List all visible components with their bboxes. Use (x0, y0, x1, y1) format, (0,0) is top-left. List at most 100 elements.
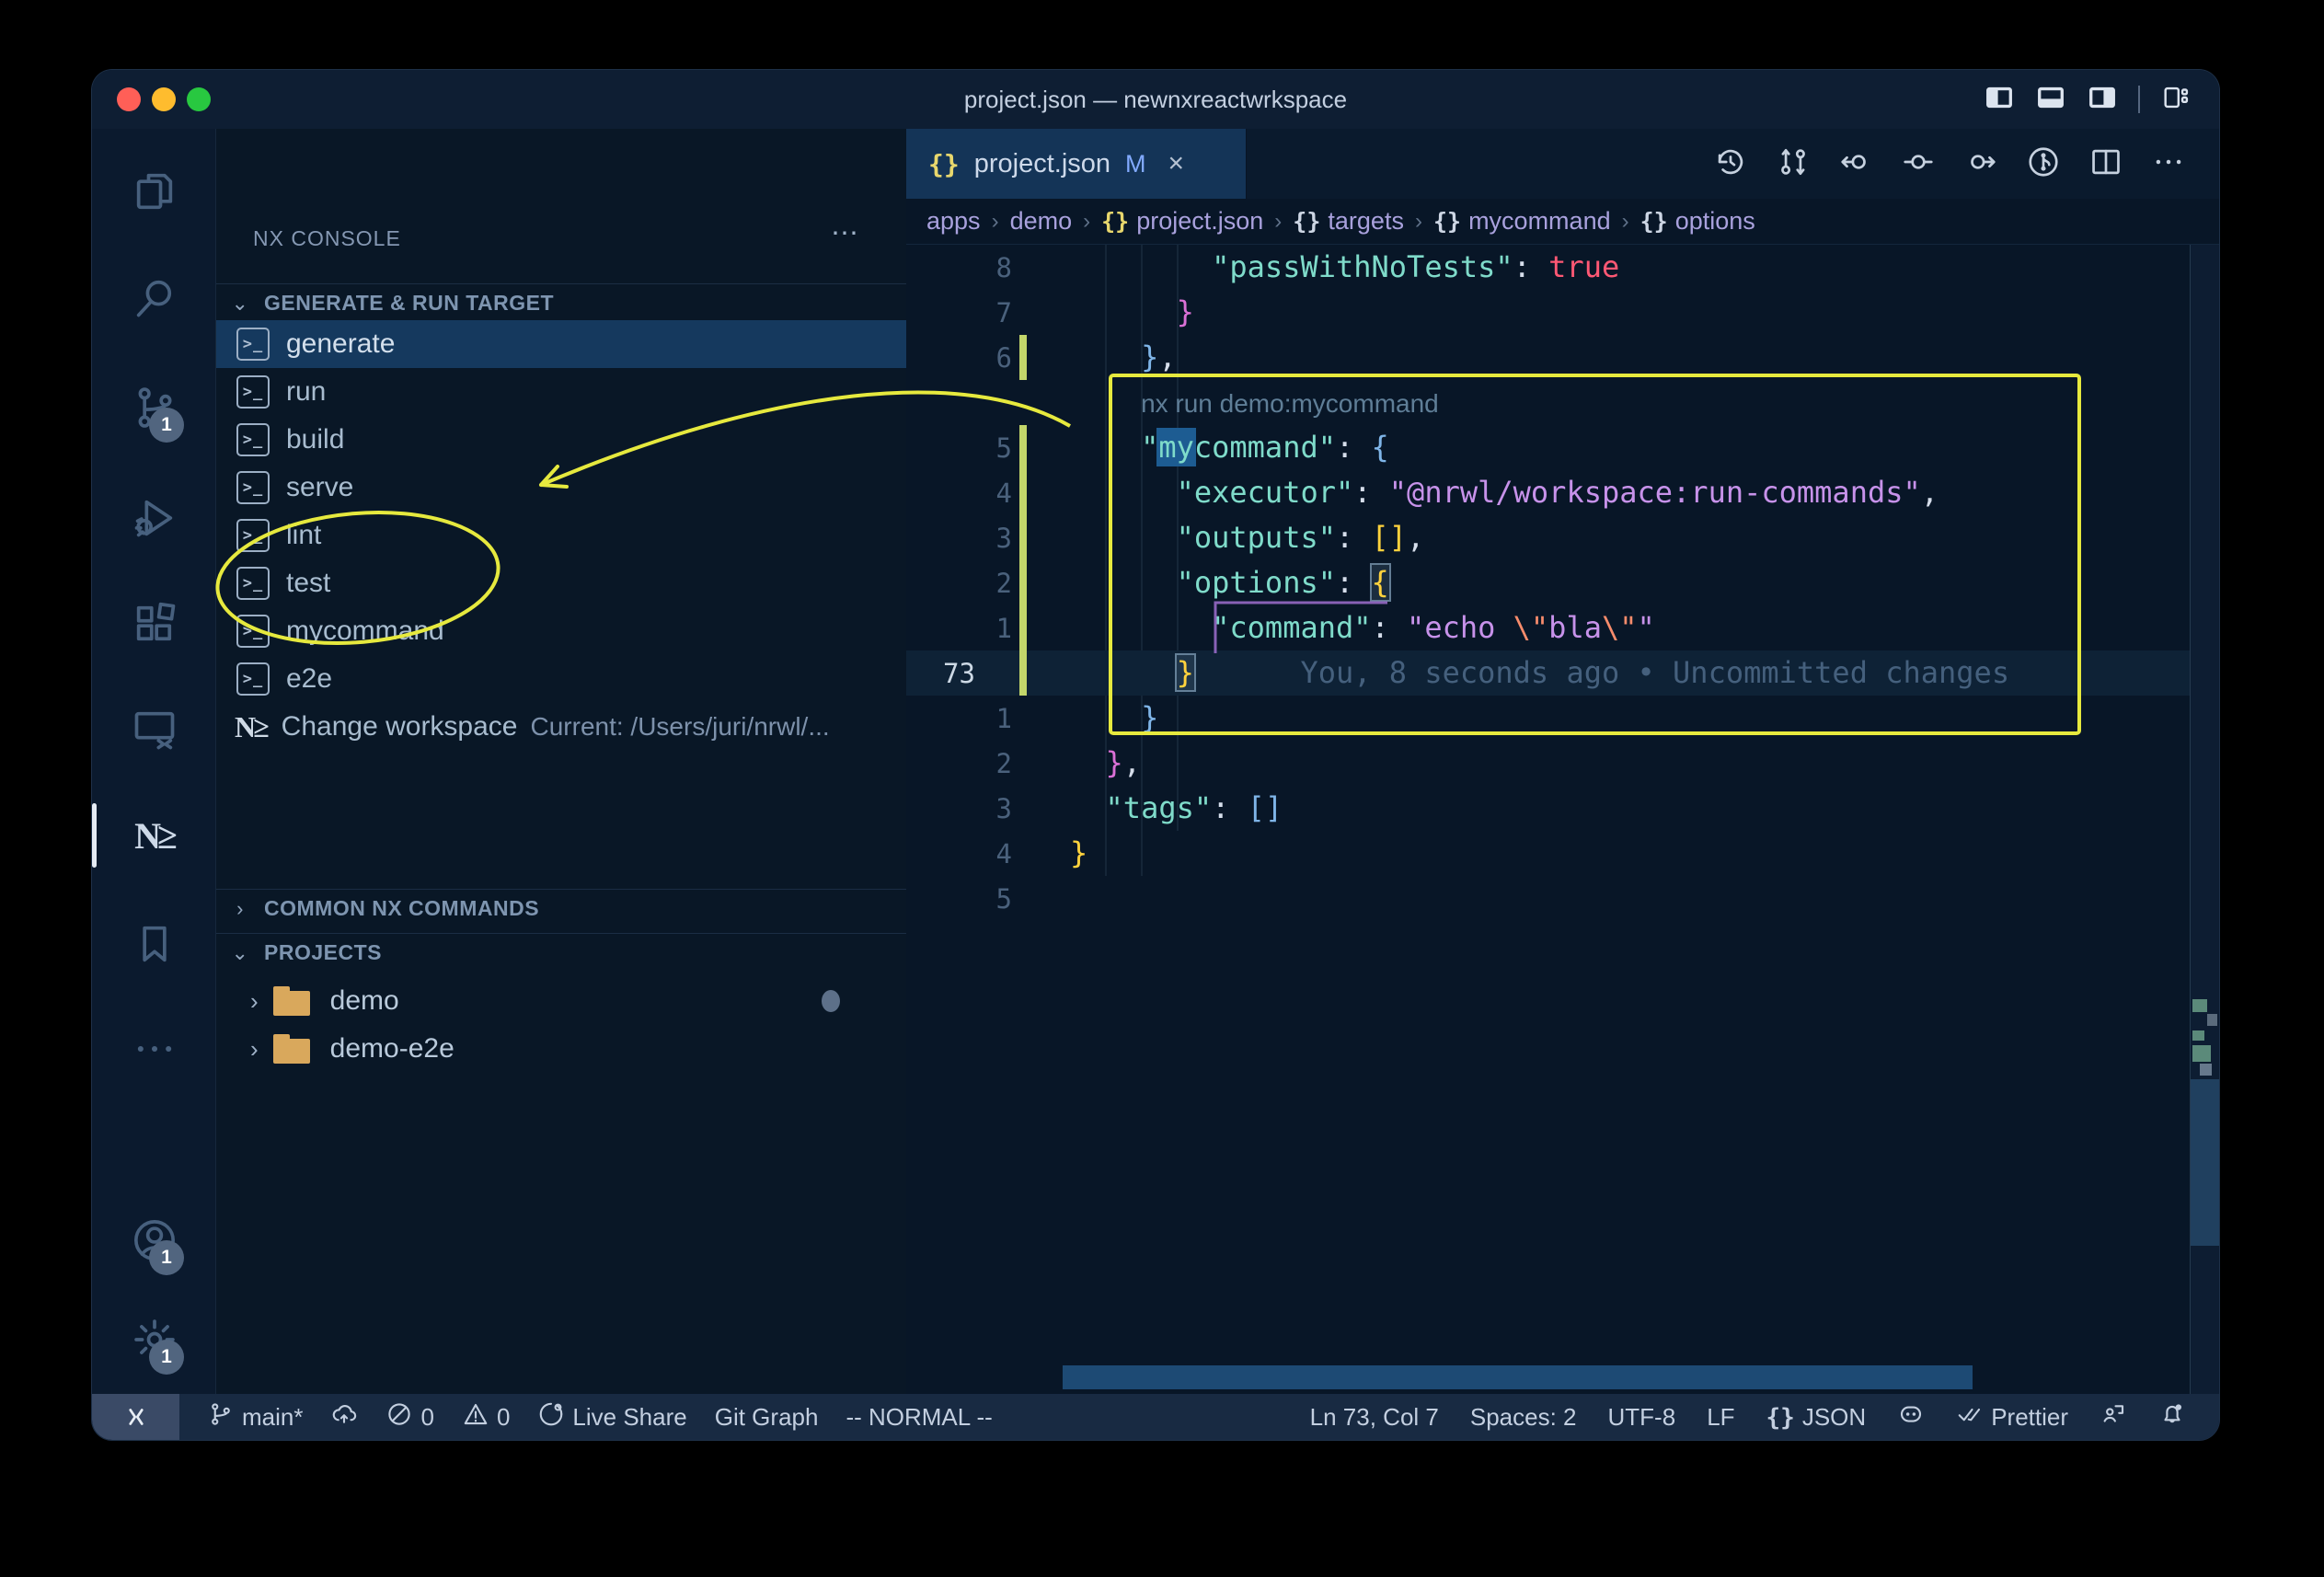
layout-sidebar-left-icon[interactable] (1984, 82, 2015, 118)
sidebar-more-actions[interactable]: ⋯ (831, 217, 860, 249)
activity-source-control-source-control-icon[interactable]: 1 (92, 362, 216, 454)
copilot-icon (1897, 1400, 1925, 1434)
breadcrumb-options[interactable]: {}options (1640, 207, 1755, 236)
activity-bookmarks-bookmark-icon[interactable] (92, 898, 216, 990)
status-publish[interactable] (330, 1400, 358, 1434)
activity-settings-gear-icon[interactable]: 1 (92, 1294, 216, 1386)
status-eol[interactable]: LF (1707, 1403, 1734, 1432)
activity-accounts-account-icon[interactable]: 1 (92, 1194, 216, 1286)
code-line-3[interactable]: 3 "tags": [] (906, 786, 2219, 831)
target-item-generate[interactable]: >_generate (216, 320, 906, 368)
split-editor-icon[interactable] (2088, 144, 2123, 184)
git-compare-icon[interactable] (1776, 144, 1811, 184)
project-item-demo[interactable]: ›demo (216, 977, 906, 1025)
line-number: 1 (996, 703, 1012, 734)
next-change-icon[interactable] (1963, 144, 1998, 184)
close-tab-icon[interactable]: × (1168, 148, 1185, 179)
section-common-nx-commands[interactable]: › COMMON NX COMMANDS (216, 889, 906, 927)
status-vim-mode[interactable]: -- NORMAL -- (846, 1403, 992, 1432)
line-number: 7 (996, 297, 1012, 328)
code-line-6[interactable]: 6 }, (906, 335, 2219, 380)
activity-extensions-extensions-icon[interactable] (92, 578, 216, 670)
scrollbar-vertical[interactable] (2191, 1079, 2219, 1246)
status-live-share[interactable]: Live Share (537, 1400, 686, 1434)
terminal-icon: >_ (236, 662, 270, 696)
target-item-e2e[interactable]: >_e2e (216, 655, 906, 703)
activity-search-search-icon[interactable] (92, 251, 216, 343)
tab-bar: {} project.json M × (906, 129, 2219, 199)
section-generate-run-target[interactable]: ⌄ GENERATE & RUN TARGET (216, 283, 906, 322)
code-line-3[interactable]: 3 "outputs": [], (906, 515, 2219, 560)
double-check-icon (1956, 1400, 1984, 1434)
status-indentation[interactable]: Spaces: 2 (1470, 1403, 1577, 1432)
status-notifications[interactable] (2158, 1400, 2186, 1434)
code-line-1[interactable]: 1 "command": "echo \"bla\"" (906, 605, 2219, 650)
status-git-graph[interactable]: Git Graph (715, 1403, 819, 1432)
code-line-2[interactable]: 2 }, (906, 741, 2219, 786)
target-item-test[interactable]: >_test (216, 559, 906, 607)
project-item-demo-e2e[interactable]: ›demo-e2e (216, 1025, 906, 1073)
activity-additional-views-more-icon[interactable] (92, 1003, 216, 1095)
line-number: 4 (996, 478, 1012, 509)
git-graph-icon[interactable] (2026, 144, 2061, 184)
modified-line-marker (1019, 470, 1027, 515)
breadcrumb-apps[interactable]: apps (926, 207, 981, 236)
tab-project-json[interactable]: {} project.json M × (906, 129, 1247, 199)
status-warnings[interactable]: 0 (462, 1400, 510, 1434)
status-language-mode[interactable]: {}JSON (1766, 1403, 1867, 1432)
code-line-codelens[interactable]: nx run demo:mycommand (906, 380, 2219, 425)
breadcrumb-demo[interactable]: demo (1010, 207, 1073, 236)
change-icon[interactable] (1901, 144, 1936, 184)
history-icon[interactable] (1713, 144, 1748, 184)
layout-panel-icon[interactable] (2035, 82, 2066, 118)
breadcrumb-mycommand[interactable]: {}mycommand (1433, 207, 1611, 236)
layout-sidebar-right-icon[interactable] (2087, 82, 2118, 118)
code-line-7[interactable]: 7 } (906, 290, 2219, 335)
more-icon[interactable] (2151, 144, 2186, 184)
status-errors[interactable]: 0 (385, 1400, 433, 1434)
target-item-serve[interactable]: >_serve (216, 464, 906, 512)
status-git-branch[interactable]: main* (207, 1400, 303, 1434)
status-encoding[interactable]: UTF-8 (1608, 1403, 1676, 1432)
json-braces-icon: {} (1640, 208, 1668, 235)
status-cursor-position[interactable]: Ln 73, Col 7 (1310, 1403, 1439, 1432)
chevron-down-icon: ⌄ (229, 941, 251, 965)
status-prettier[interactable]: Prettier (1956, 1400, 2068, 1434)
code-line-73[interactable]: 73 } You, 8 seconds ago • Uncommitted ch… (906, 650, 2219, 696)
breadcrumb-project.json[interactable]: {}project.json (1101, 207, 1263, 236)
status-copilot[interactable] (1897, 1400, 1925, 1434)
prev-change-icon[interactable] (1838, 144, 1873, 184)
status-feedback[interactable] (2100, 1400, 2127, 1434)
breadcrumb-targets[interactable]: {}targets (1293, 207, 1404, 236)
scrollbar-horizontal[interactable] (1063, 1365, 1973, 1389)
code-line-5[interactable]: 5 "mycommand": { (906, 425, 2219, 470)
nx-icon: N≥ (235, 710, 267, 744)
badge: 1 (149, 1240, 184, 1275)
activity-nx-console-nx-console-icon[interactable]: N≥ (92, 789, 216, 881)
gutter (906, 380, 1070, 425)
target-item-build[interactable]: >_build (216, 416, 906, 464)
code-editor[interactable]: 8 "passWithNoTests": true7 }6 }, nx run … (906, 245, 2219, 1394)
section-projects[interactable]: ⌄ PROJECTS (216, 933, 906, 972)
change-workspace-item[interactable]: N≥Change workspaceCurrent: /Users/juri/n… (216, 703, 906, 751)
activity-explorer-files-icon[interactable] (92, 145, 216, 237)
gutter: 5 (906, 876, 1070, 921)
line-number: 4 (996, 838, 1012, 869)
code-text: }, (1070, 741, 1141, 786)
target-item-run[interactable]: >_run (216, 368, 906, 416)
code-line-4[interactable]: 4 "executor": "@nrwl/workspace:run-comma… (906, 470, 2219, 515)
minimap[interactable] (2190, 245, 2219, 1394)
target-item-lint[interactable]: >_lint (216, 512, 906, 559)
status-remote-indicator[interactable] (92, 1394, 179, 1440)
branch-icon (207, 1400, 235, 1434)
target-item-mycommand[interactable]: >_mycommand (216, 607, 906, 655)
code-text: }, (1070, 335, 1177, 380)
code-line-1[interactable]: 1 } (906, 696, 2219, 741)
code-line-2[interactable]: 2 "options": { (906, 560, 2219, 605)
layout-customize-icon[interactable] (2160, 82, 2192, 118)
activity-remote-explorer-remote-explorer-icon[interactable] (92, 684, 216, 776)
code-line-8[interactable]: 8 "passWithNoTests": true (906, 245, 2219, 290)
activity-run-and-debug-debug-icon[interactable] (92, 472, 216, 564)
code-line-4[interactable]: 4} (906, 831, 2219, 876)
code-line-5[interactable]: 5 (906, 876, 2219, 921)
